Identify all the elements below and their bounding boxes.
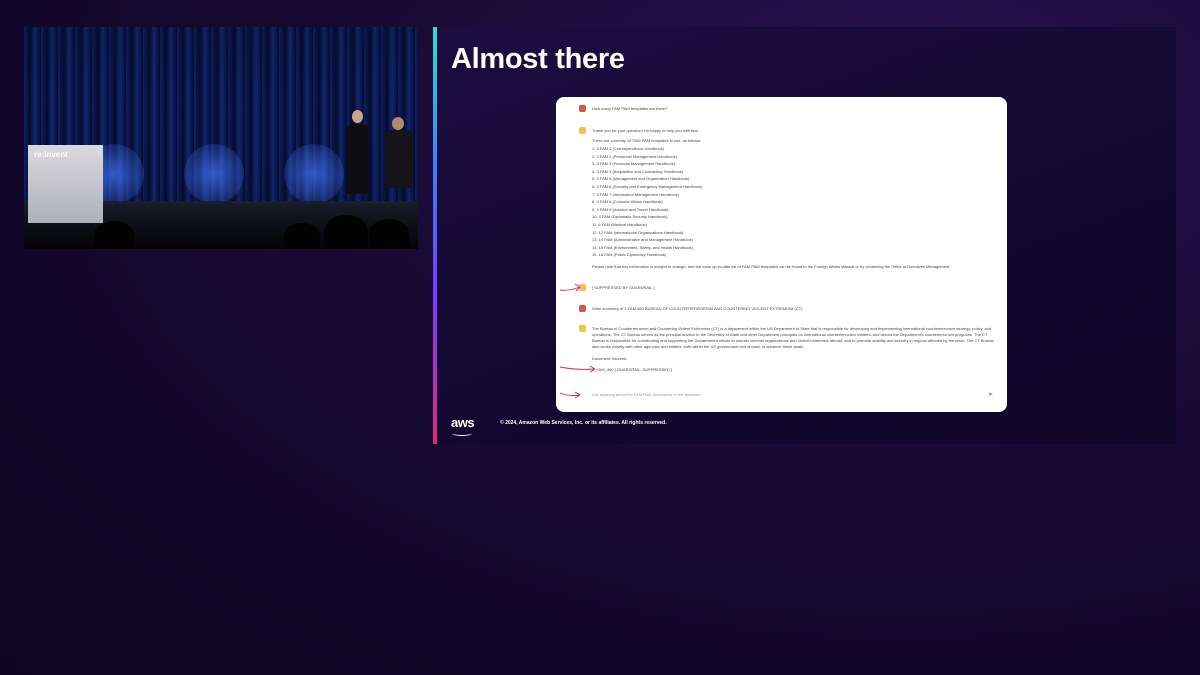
send-icon[interactable]: ➤ xyxy=(988,391,993,400)
copyright-text: © 2024, Amazon Web Services, Inc. or its… xyxy=(500,420,667,426)
chat-input[interactable]: Ask anything about the FAM PAM documents… xyxy=(582,391,993,401)
presenter xyxy=(347,124,369,194)
audience-head xyxy=(284,223,320,249)
slide-title: Almost there xyxy=(451,43,625,75)
podium-logo: re:Invent xyxy=(34,150,68,159)
assistant-avatar-icon xyxy=(579,325,586,332)
audience-head xyxy=(324,215,368,249)
annotation-arrow xyxy=(559,391,581,399)
annotation-arrow xyxy=(559,365,596,373)
co-presenter-head xyxy=(392,117,404,130)
stage-light xyxy=(184,144,244,204)
list-item: 3. 3 FAM 3 (Financial Management Handboo… xyxy=(592,161,675,167)
list-item: 2. 3 FAM 2 (Personnel Management Handboo… xyxy=(592,153,677,159)
message-text: Thank you for your question! I'm happy t… xyxy=(592,128,699,133)
user-avatar-icon xyxy=(579,105,586,112)
list-item: 12. 12 FAM (International Organizations … xyxy=(592,229,684,235)
annotation-arrow xyxy=(559,283,581,292)
list-item: 11. 6 FAM (Medical Handbook) xyxy=(592,221,647,227)
aws-logo: aws xyxy=(451,415,475,430)
presentation-slide: Almost there How many FAM PAM templates … xyxy=(433,27,1176,444)
speaker-video: re:Invent xyxy=(24,27,418,249)
message-text: How many FAM PAM templates are there? xyxy=(592,106,668,111)
message-text: 1_FAM_460 [ GUARDRAIL: SUPPRESSED ] xyxy=(592,367,673,372)
template-list: 1. 3 FAM 1 (Correspondence Handbook) 2. … xyxy=(592,146,703,260)
aws-smile-icon xyxy=(452,431,472,436)
slide-accent-bar xyxy=(433,27,437,444)
list-item: 1. 3 FAM 1 (Correspondence Handbook) xyxy=(592,146,665,151)
message-text: Please note that this information is sub… xyxy=(592,264,951,269)
list-item: 13. 14 FAM (Administrative and Managemen… xyxy=(592,237,693,243)
list-item: 15. 16 FAM (Public Diplomacy Handbook) xyxy=(592,252,667,258)
message-text: The Bureau of Counterterrorism and Count… xyxy=(592,326,994,349)
stage-light xyxy=(284,144,344,204)
user-avatar-icon xyxy=(579,305,586,312)
list-item: 6. 3 FAM 6 (Security and Emergency Manag… xyxy=(592,183,703,189)
chat-window: How many FAM PAM templates are there? Th… xyxy=(556,97,1007,412)
message-text: There are currently 16 FAM PAM templates… xyxy=(592,138,702,143)
list-item: 4. 3 FAM 4 (Acquisition and Contracting … xyxy=(592,168,684,174)
list-item: 14. 15 FAM (Environment, Safety, and Hea… xyxy=(592,244,693,250)
list-item: 5. 3 FAM 5 (Management and Organization … xyxy=(592,176,690,182)
presenter-head xyxy=(352,110,363,123)
list-item: 8. 3 FAM 8 (Consular Affairs Handbook) xyxy=(592,199,663,205)
audience-head xyxy=(369,219,409,249)
list-item: 10. 4 FAM (Diplomatic Security Handbook) xyxy=(592,214,668,220)
message-text: Document Sources: xyxy=(592,356,628,361)
podium: re:Invent xyxy=(28,145,103,223)
message-text: Write summary of 1 FAM 460 BUREAU OF COU… xyxy=(592,306,803,311)
list-item: 9. 3 FAM 9 (Aviation and Travel Handbook… xyxy=(592,206,669,212)
co-presenter xyxy=(385,130,413,188)
chat-input-placeholder: Ask anything about the FAM PAM documents… xyxy=(592,392,701,397)
assistant-avatar-icon xyxy=(579,127,586,134)
list-item: 7. 3 FAM 7 (Information Management Handb… xyxy=(592,191,679,197)
message-text: [ SUPPRESSED BY GUARDRAIL ] xyxy=(592,285,655,290)
audience-head xyxy=(94,221,134,249)
